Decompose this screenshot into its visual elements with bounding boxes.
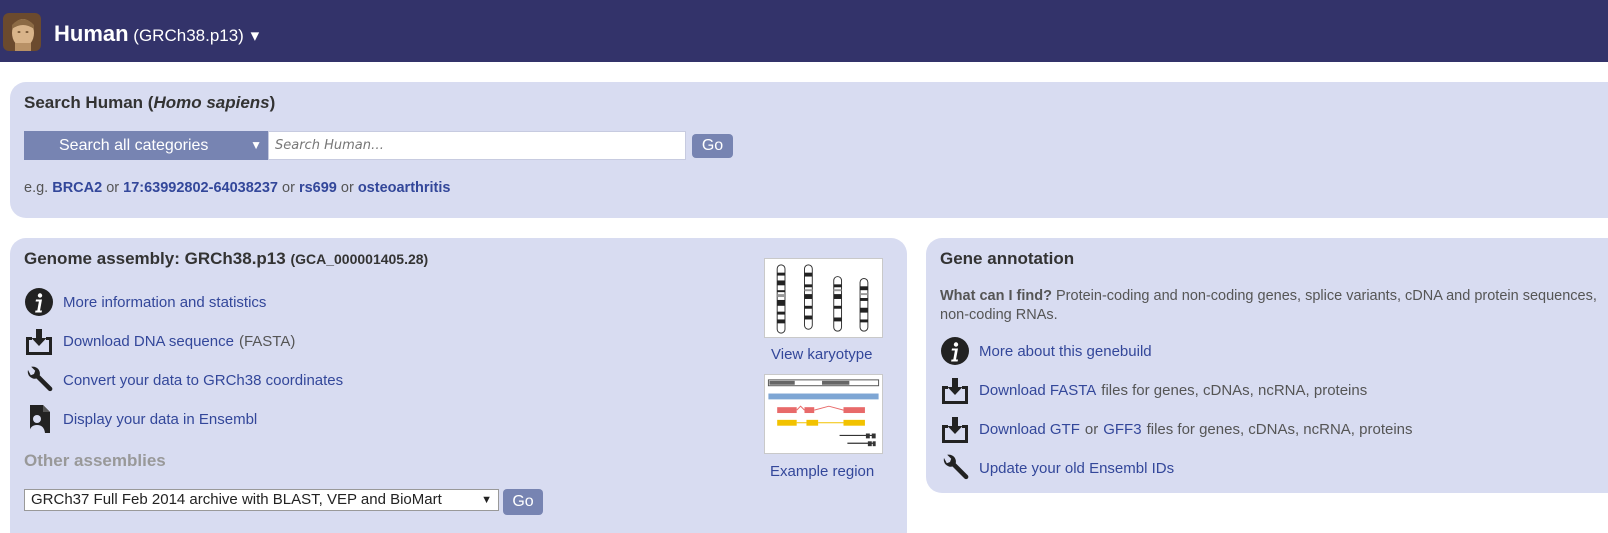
other-assemblies-title: Other assemblies (24, 451, 166, 470)
download-gtf-link[interactable]: Download GTF (979, 421, 1080, 438)
display-data-link[interactable]: Display your data in Ensembl (63, 411, 257, 428)
row-download-gtf: Download GTF or GFF3 files for genes, cD… (940, 414, 1413, 444)
example-link-location[interactable]: 17:63992802-64038237 (123, 180, 278, 196)
convert-coordinates-link[interactable]: Convert your data to GRCh38 coordinates (63, 372, 343, 389)
example-region-link[interactable]: Example region (770, 463, 874, 480)
other-assemblies-select[interactable]: GRCh37 Full Feb 2014 archive with BLAST,… (24, 489, 499, 511)
view-karyotype-link[interactable]: View karyotype (771, 346, 872, 363)
search-go-button[interactable]: Go (692, 134, 733, 158)
example-link-osteoarthritis[interactable]: osteoarthritis (358, 180, 451, 196)
assembly-name: (GRCh38.p13) (133, 26, 244, 45)
genome-assembly-panel: Genome assembly: GRCh38.p13 (GCA_0000014… (10, 238, 907, 533)
search-category-select[interactable]: Search all categories ▼ (24, 131, 268, 160)
assembly-title: Genome assembly: GRCh38.p13 (GCA_0000014… (24, 249, 429, 268)
download-icon (940, 414, 970, 444)
other-assemblies-selected: GRCh37 Full Feb 2014 archive with BLAST,… (31, 491, 442, 508)
example-link-rs699[interactable]: rs699 (299, 180, 337, 196)
chevron-down-icon: ▼ (481, 494, 492, 506)
download-fasta-link[interactable]: Download FASTA (979, 382, 1096, 399)
gene-annotation-panel: Gene annotation What can I find? Protein… (926, 238, 1608, 493)
info-icon (24, 287, 54, 317)
example-link-brca2[interactable]: BRCA2 (52, 180, 102, 196)
display-data-icon (24, 404, 54, 434)
row-update-ids: Update your old Ensembl IDs (940, 453, 1174, 483)
search-panel: Search Human (Homo sapiens) Search all c… (10, 82, 1608, 218)
row-convert: Convert your data to GRCh38 coordinates (24, 365, 343, 395)
info-icon (940, 336, 970, 366)
species-logo-icon[interactable] (3, 13, 41, 51)
row-download-fasta: Download FASTA files for genes, cDNAs, n… (940, 375, 1367, 405)
more-info-link[interactable]: More information and statistics (63, 294, 266, 311)
gene-title: Gene annotation (940, 249, 1075, 268)
top-header: Human (GRCh38.p13) ▾ (0, 0, 1608, 62)
gene-description: What can I find? Protein-coding and non-… (940, 288, 1597, 323)
assembly-go-button[interactable]: Go (503, 489, 543, 515)
wrench-icon (24, 365, 54, 395)
row-more-info: More information and statistics (24, 287, 266, 317)
more-about-genebuild-link[interactable]: More about this genebuild (979, 343, 1152, 360)
row-display-data: Display your data in Ensembl (24, 404, 257, 434)
wrench-icon (940, 453, 970, 483)
download-dna-link[interactable]: Download DNA sequence (63, 333, 234, 350)
chevron-down-icon: ▼ (250, 138, 262, 152)
chevron-down-icon: ▾ (250, 26, 260, 45)
region-thumbnail[interactable] (764, 374, 883, 454)
search-input[interactable] (268, 131, 686, 160)
karyotype-thumbnail[interactable] (764, 258, 883, 338)
download-icon (940, 375, 970, 405)
row-more-about-genebuild: More about this genebuild (940, 336, 1152, 366)
download-gff3-link[interactable]: GFF3 (1103, 421, 1141, 438)
search-examples: e.g. BRCA2 or 17:63992802-64038237 or rs… (24, 180, 451, 196)
update-ensembl-ids-link[interactable]: Update your old Ensembl IDs (979, 460, 1174, 477)
species-name: Human (54, 21, 129, 46)
assembly-accession: (GCA_000001405.28) (290, 251, 429, 267)
species-selector[interactable]: Human (GRCh38.p13) ▾ (54, 21, 259, 47)
search-title: Search Human (Homo sapiens) (24, 93, 276, 112)
row-download-dna: Download DNA sequence (FASTA) (24, 326, 295, 356)
search-category-label: Search all categories (59, 137, 209, 154)
download-icon (24, 326, 54, 356)
